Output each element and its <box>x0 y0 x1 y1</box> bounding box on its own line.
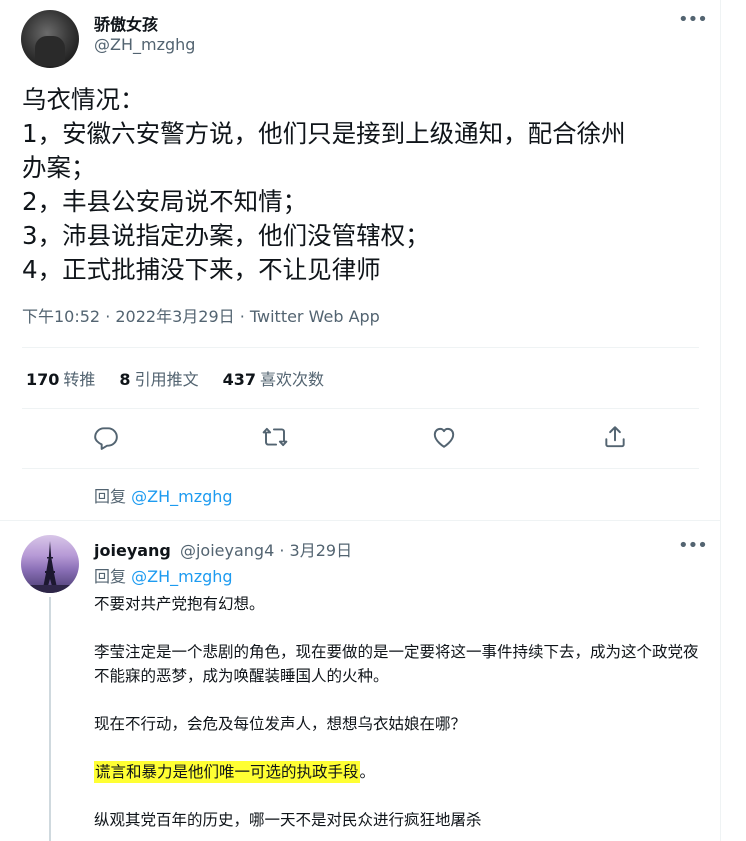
reply-handle-link[interactable]: @ZH_mzghg <box>131 567 232 586</box>
highlighted-text: 谎言和暴力是他们唯一可选的执政手段 <box>94 761 360 783</box>
reply-author-avatar[interactable] <box>21 535 79 593</box>
tweet-text: 乌衣情况： 1，安徽六安警方说，他们只是接到上级通知，配合徐州 办案； 2，丰县… <box>22 83 712 287</box>
retweet-icon <box>262 427 288 447</box>
tweet-timestamp[interactable]: 下午10:52 · 2022年3月29日 · Twitter Web App <box>22 303 380 327</box>
reply-header: joieyang @joieyang4 · 3月29日 <box>94 537 352 561</box>
more-options-icon[interactable]: ••• <box>678 11 708 29</box>
more-options-icon[interactable]: ••• <box>678 537 708 555</box>
divider <box>22 408 699 409</box>
quotes-stat[interactable]: 8 引用推文 <box>119 366 198 390</box>
likes-count: 437 <box>222 370 256 389</box>
reply-paragraph: 纵观其党百年的历史，哪一天不是对民众进行疯狂地屠杀 <box>94 811 482 829</box>
quotes-count: 8 <box>119 370 131 389</box>
reply-author-handle[interactable]: @joieyang4 <box>180 541 274 560</box>
likes-label: 喜欢次数 <box>259 370 324 389</box>
divider <box>22 347 699 348</box>
eiffel-tower-image <box>21 541 79 593</box>
tweet-line: 4，正式批捕没下来，不让见律师 <box>22 255 381 284</box>
likes-stat[interactable]: 437 喜欢次数 <box>223 366 324 390</box>
tweet-detail-column: 骄傲女孩 @ZH_mzghg ••• 乌衣情况： 1，安徽六安警方说，他们只是接… <box>0 0 721 841</box>
retweet-button[interactable] <box>262 424 290 452</box>
reply-button[interactable] <box>93 424 121 452</box>
divider <box>22 468 699 469</box>
quotes-label: 引用推文 <box>134 370 199 389</box>
reply-target: 回复 @ZH_mzghg <box>94 563 233 587</box>
like-icon <box>433 427 455 448</box>
tweet-line: 2，丰县公安局说不知情； <box>22 187 308 216</box>
reply-paragraph-highlighted: 谎言和暴力是他们唯一可选的执政手段。 <box>94 760 704 784</box>
reply-prefix: 回复 <box>94 567 127 586</box>
tweet-line: 1，安徽六安警方说，他们只是接到上级通知，配合徐州 <box>22 119 626 148</box>
tweet-line: 乌衣情况： <box>22 85 145 114</box>
reply-paragraph: 不要对共产党抱有幻想。 <box>94 595 265 613</box>
author-name[interactable]: 骄傲女孩 <box>94 11 158 35</box>
author-avatar[interactable] <box>21 10 79 68</box>
author-handle[interactable]: @ZH_mzghg <box>94 35 195 54</box>
retweets-count: 170 <box>26 370 60 389</box>
reply-date[interactable]: · 3月29日 <box>279 541 352 560</box>
reply-prefix: 回复 <box>94 487 127 506</box>
tweet-line: 办案； <box>22 153 96 182</box>
reply-target: 回复 @ZH_mzghg <box>94 483 233 507</box>
reply-text: 不要对共产党抱有幻想。 李莹注定是一个悲剧的角色，现在要做的是一定要将这一事件持… <box>94 592 704 841</box>
reply-paragraph: 现在不行动，会危及每位发声人，想想乌衣姑娘在哪？ <box>94 715 467 733</box>
highlight-suffix: 。 <box>359 763 376 781</box>
divider <box>0 520 721 521</box>
reply-paragraph: 李莹注定是一个悲剧的角色，现在要做的是一定要将这一事件持续下去，成为这个政党夜不… <box>94 643 699 685</box>
tweet-stats: 170 转推 8 引用推文 437 喜欢次数 <box>26 366 324 390</box>
reply-author-name[interactable]: joieyang <box>94 541 171 560</box>
retweets-label: 转推 <box>63 370 96 389</box>
thread-line <box>49 597 51 841</box>
like-button[interactable] <box>431 424 459 452</box>
tweet-line: 3，沛县说指定办案，他们没管辖权； <box>22 221 430 250</box>
retweets-stat[interactable]: 170 转推 <box>26 366 95 390</box>
reply-icon <box>94 427 118 450</box>
share-button[interactable] <box>602 424 630 452</box>
share-icon <box>605 426 625 448</box>
reply-handle-link[interactable]: @ZH_mzghg <box>131 487 232 506</box>
